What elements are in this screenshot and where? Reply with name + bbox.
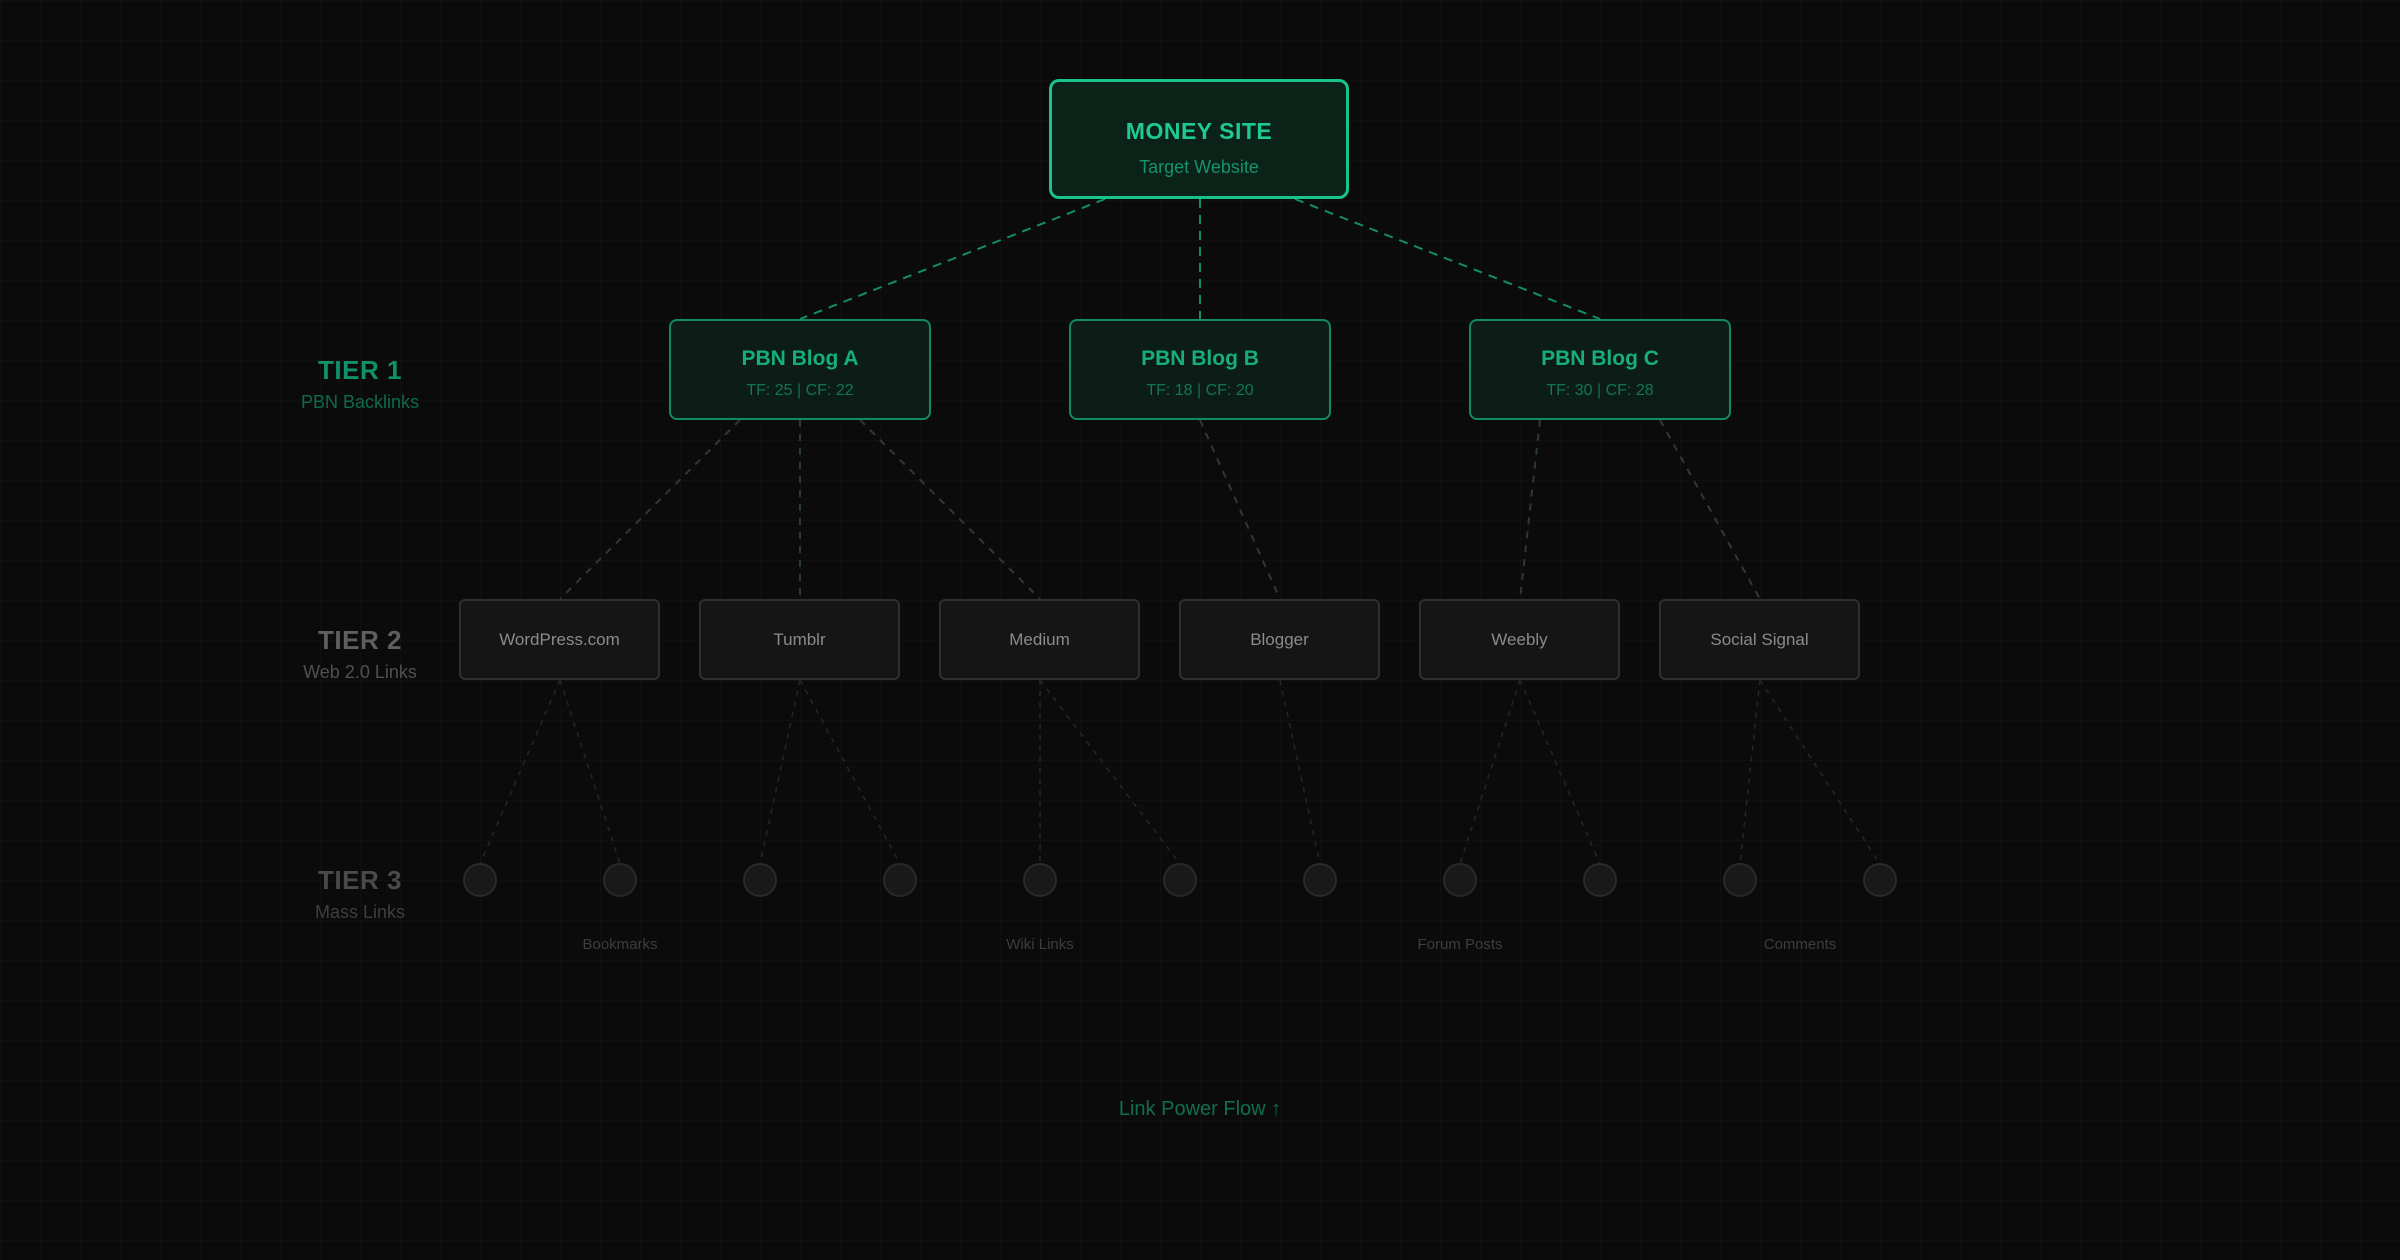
tier3-subtitle: Mass Links — [314, 902, 406, 922]
money-site-subtitle: Target Website — [1139, 157, 1259, 177]
seo-link-pyramid-diagram: TIER 1 PBN Backlinks TIER 2 Web 2.0 Link… — [0, 0, 2400, 1260]
tier3-dot — [1583, 863, 1617, 897]
tier2-name: TIER 2 — [318, 625, 402, 655]
tier3-name: TIER 3 — [318, 865, 402, 895]
link-social-to-dot-11 — [1759, 679, 1881, 865]
money-site-node[interactable]: MONEY SITE Target Website — [1049, 79, 1349, 199]
tier3-dot — [1023, 863, 1057, 897]
mass-label-forum-posts: Forum Posts — [1417, 936, 1503, 953]
link-medium-to-dot-6 — [1039, 679, 1181, 865]
tier3-dot — [1723, 863, 1757, 897]
pbn-blog-title: PBN Blog C — [1541, 347, 1659, 370]
link-wordpress-to-dot-1 — [479, 679, 561, 865]
link-weebly-to-dot-9 — [1519, 679, 1601, 865]
link-wordpress-to-dot-2 — [559, 679, 621, 865]
mass-label-wiki-links: Wiki Links — [1006, 936, 1074, 953]
tier3-dot — [883, 863, 917, 897]
mass-label-bookmarks: Bookmarks — [582, 936, 658, 953]
web2-node-social-signal[interactable]: Social Signal — [1659, 599, 1860, 680]
web2-node-blogger[interactable]: Blogger — [1179, 599, 1380, 680]
web2-node-medium[interactable]: Medium — [939, 599, 1140, 680]
pbn-blog-metrics: TF: 18 | CF: 20 — [1146, 382, 1254, 399]
tier2-subtitle: Web 2.0 Links — [303, 662, 417, 682]
link-weebly-to-dot-8 — [1459, 679, 1521, 865]
web2-node-tumblr[interactable]: Tumblr — [699, 599, 900, 680]
mass-label-comments: Comments — [1763, 936, 1837, 953]
tier2-label: TIER 2 Web 2.0 Links — [230, 625, 490, 683]
link-pbn-a-to-wordpress — [559, 419, 741, 600]
link-money-to-pbn-c — [1294, 198, 1601, 320]
tier3-dot — [1863, 863, 1897, 897]
tier3-label: TIER 3 Mass Links — [230, 865, 490, 923]
link-tumblr-to-dot-4 — [799, 679, 901, 865]
link-power-flow-label: Link Power Flow ↑ — [1118, 1098, 1282, 1120]
link-tumblr-to-dot-3 — [759, 679, 801, 865]
tier3-dot — [743, 863, 777, 897]
pbn-blog-title: PBN Blog A — [741, 347, 859, 370]
tier3-dot — [603, 863, 637, 897]
pbn-blog-metrics: TF: 30 | CF: 28 — [1546, 382, 1654, 399]
money-site-title: MONEY SITE — [1125, 118, 1273, 144]
tier3-dot — [1443, 863, 1477, 897]
link-money-to-pbn-a — [799, 198, 1106, 320]
pbn-blog-title: PBN Blog B — [1141, 347, 1259, 370]
link-pbn-b-to-blogger — [1199, 419, 1281, 600]
link-blogger-to-dot-7 — [1279, 679, 1321, 865]
link-pbn-a-to-medium — [859, 419, 1041, 600]
tier3-dot — [1163, 863, 1197, 897]
web2-node-weebly[interactable]: Weebly — [1419, 599, 1620, 680]
pbn-blog-metrics: TF: 25 | CF: 22 — [746, 382, 854, 399]
tier1-subtitle: PBN Backlinks — [300, 392, 420, 412]
web2-node-wordpress[interactable]: WordPress.com — [459, 599, 660, 680]
tier3-dot — [1303, 863, 1337, 897]
tier1-label: TIER 1 PBN Backlinks — [230, 355, 490, 413]
link-pbn-c-to-social-signal — [1659, 419, 1761, 600]
pbn-blog-c-node[interactable]: PBN Blog C TF: 30 | CF: 28 — [1469, 319, 1731, 420]
link-social-to-dot-10 — [1739, 679, 1761, 865]
pbn-blog-b-node[interactable]: PBN Blog B TF: 18 | CF: 20 — [1069, 319, 1331, 420]
tier1-name: TIER 1 — [318, 355, 402, 385]
link-pbn-c-to-weebly — [1519, 419, 1541, 600]
pbn-blog-a-node[interactable]: PBN Blog A TF: 25 | CF: 22 — [669, 319, 931, 420]
